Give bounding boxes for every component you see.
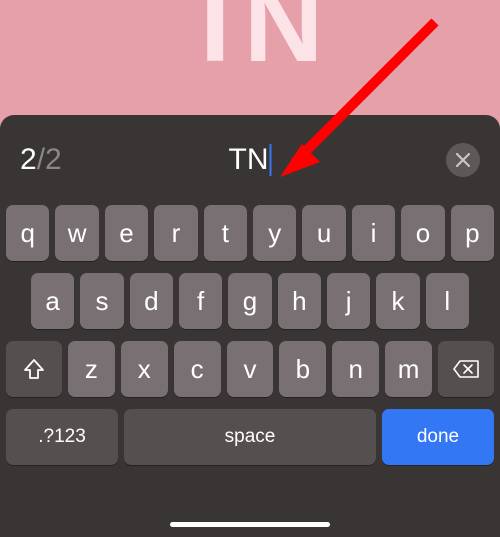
key-s[interactable]: s [80, 273, 123, 329]
key-o[interactable]: o [401, 205, 444, 261]
key-row-bottom: .?123 space done [6, 409, 494, 465]
key-z[interactable]: z [68, 341, 115, 397]
key-j[interactable]: j [327, 273, 370, 329]
key-p[interactable]: p [451, 205, 494, 261]
home-indicator[interactable] [170, 522, 330, 527]
key-b[interactable]: b [279, 341, 326, 397]
done-key[interactable]: done [382, 409, 494, 465]
key-row-1: q w e r t y u i o p [6, 205, 494, 261]
input-row: 2/2 TN [0, 115, 500, 205]
key-x[interactable]: x [121, 341, 168, 397]
key-y[interactable]: y [253, 205, 296, 261]
key-row-3: z x c v b n m [6, 341, 494, 397]
counter-current: 2 [20, 143, 37, 176]
keyboard-sheet: 2/2 TN q w e r t y u i o p a s d f g h [0, 115, 500, 537]
key-m[interactable]: m [385, 341, 432, 397]
key-f[interactable]: f [179, 273, 222, 329]
key-v[interactable]: v [227, 341, 274, 397]
key-q[interactable]: q [6, 205, 49, 261]
key-k[interactable]: k [376, 273, 419, 329]
key-w[interactable]: w [55, 205, 98, 261]
shift-key[interactable] [6, 341, 62, 397]
keyboard-keys: q w e r t y u i o p a s d f g h j k l z [0, 205, 500, 485]
key-row-2: a s d f g h j k l [6, 273, 494, 329]
key-l[interactable]: l [426, 273, 469, 329]
key-d[interactable]: d [130, 273, 173, 329]
monogram-preview-text: TN [182, 0, 319, 87]
close-icon [456, 153, 470, 167]
key-u[interactable]: u [302, 205, 345, 261]
backspace-key[interactable] [438, 341, 494, 397]
character-counter: 2/2 [20, 143, 62, 177]
input-value: TN [229, 143, 269, 177]
shift-icon [22, 357, 46, 381]
key-c[interactable]: c [174, 341, 221, 397]
backspace-icon [452, 359, 480, 379]
key-e[interactable]: e [105, 205, 148, 261]
key-i[interactable]: i [352, 205, 395, 261]
key-g[interactable]: g [228, 273, 271, 329]
space-key[interactable]: space [124, 409, 376, 465]
clear-button[interactable] [446, 143, 480, 177]
key-h[interactable]: h [278, 273, 321, 329]
monogram-text-input[interactable]: TN [229, 143, 272, 177]
key-r[interactable]: r [154, 205, 197, 261]
key-n[interactable]: n [332, 341, 379, 397]
numbers-key[interactable]: .?123 [6, 409, 118, 465]
text-cursor [270, 144, 272, 176]
key-t[interactable]: t [204, 205, 247, 261]
key-a[interactable]: a [31, 273, 74, 329]
counter-limit: /2 [37, 143, 62, 176]
